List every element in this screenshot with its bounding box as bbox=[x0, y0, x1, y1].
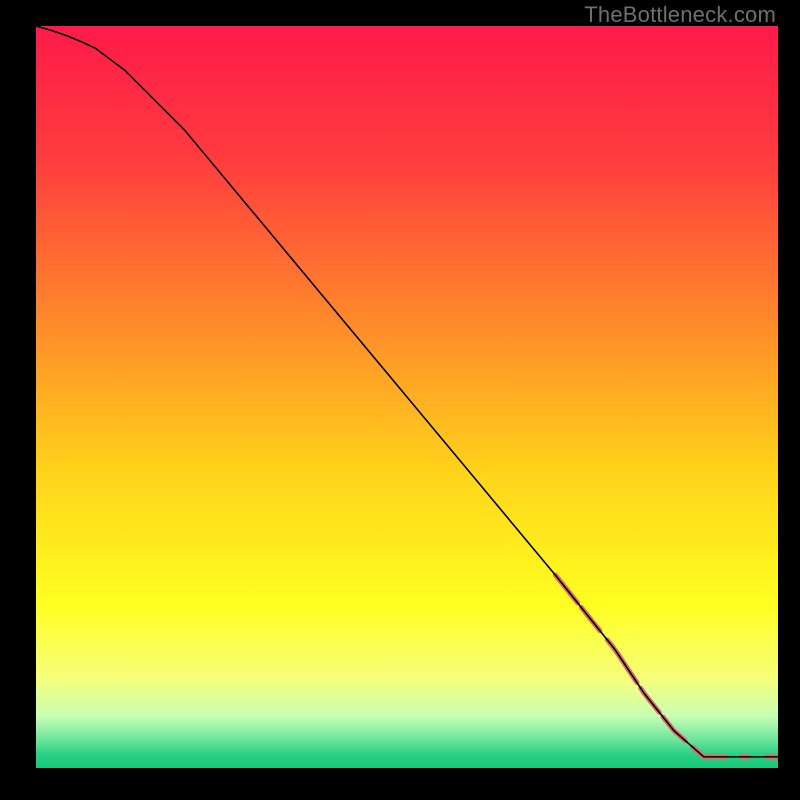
chart-stage: TheBottleneck.com bbox=[0, 0, 800, 800]
chart-svg bbox=[36, 26, 778, 768]
plot-area bbox=[36, 26, 778, 768]
highlight-segments bbox=[555, 575, 778, 757]
bottleneck-curve bbox=[36, 26, 778, 757]
watermark-text: TheBottleneck.com bbox=[584, 2, 776, 28]
highlight-segment bbox=[693, 747, 715, 757]
